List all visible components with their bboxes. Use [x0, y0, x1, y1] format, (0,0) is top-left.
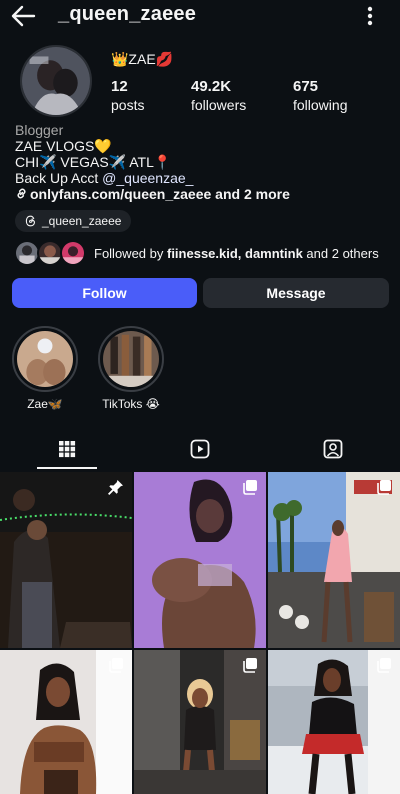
- grid-post[interactable]: [268, 472, 400, 648]
- grid-icon: [59, 441, 76, 458]
- stat-following-value: 675: [293, 78, 319, 95]
- grid-post[interactable]: [0, 650, 132, 794]
- stat-posts-value: 12: [111, 78, 128, 95]
- highlight-ring: [98, 326, 164, 392]
- back-arrow-icon[interactable]: [10, 4, 36, 28]
- grid-post[interactable]: [268, 650, 400, 794]
- bio-line-3-text: Back Up Acct: [15, 170, 103, 186]
- grid-post[interactable]: [0, 472, 132, 648]
- highlight-label: Zae🦋: [27, 397, 63, 411]
- profile-display-name: 👑ZAE💋: [111, 51, 174, 67]
- bio-line-1: ZAE VLOGS💛: [15, 138, 112, 154]
- followed-by-names: fiinesse.kid, damntink: [166, 245, 303, 261]
- grid-post[interactable]: [134, 472, 266, 648]
- highlight-ring: [12, 326, 78, 392]
- multi-photo-icon: [377, 658, 391, 673]
- followed-by-prefix: Followed by: [94, 245, 167, 261]
- pin-icon: [108, 480, 123, 495]
- stat-followers-value: 49.2K: [191, 78, 232, 95]
- post-thumbnail: [134, 472, 266, 648]
- stat-followers-label: followers: [191, 97, 247, 113]
- mutual-avatar: [60, 240, 86, 266]
- profile-bio: Blogger ZAE VLOGS💛 CHI✈️ VEGAS✈️ ATL📍 Ba…: [15, 122, 385, 202]
- bio-category: Blogger: [15, 122, 64, 138]
- stat-following[interactable]: 675 following: [293, 78, 347, 113]
- tagged-icon: [323, 439, 343, 459]
- more-options-icon[interactable]: [360, 5, 380, 27]
- follow-button[interactable]: Follow: [12, 278, 197, 308]
- multi-photo-icon: [243, 480, 257, 495]
- bio-link-text: onlyfans.com/queen_zaeee and 2 more: [30, 186, 290, 202]
- top-bar: _queen_zaeee: [0, 0, 400, 34]
- post-thumbnail: [0, 472, 132, 648]
- stat-posts[interactable]: 12 posts: [111, 78, 144, 113]
- bio-mention-link[interactable]: @_queenzae_: [102, 170, 193, 186]
- threads-badge[interactable]: _queen_zaeee: [15, 210, 132, 232]
- tab-tagged[interactable]: [303, 430, 363, 468]
- multi-photo-icon: [243, 658, 257, 673]
- bio-external-link[interactable]: onlyfans.com/queen_zaeee and 2 more: [15, 186, 385, 202]
- story-highlight[interactable]: Zae🦋: [11, 326, 79, 411]
- stat-posts-label: posts: [111, 97, 145, 113]
- threads-icon: [25, 215, 35, 227]
- threads-label: _queen_zaeee: [42, 214, 122, 228]
- link-icon: [17, 188, 26, 199]
- mutual-followers[interactable]: Followed by fiinesse.kid, damntink and 2…: [14, 238, 394, 268]
- stat-followers[interactable]: 49.2K followers: [191, 78, 246, 113]
- tab-reels[interactable]: [170, 430, 230, 468]
- story-highlight[interactable]: TikToks 😭: [97, 326, 165, 411]
- multi-photo-icon: [109, 658, 123, 673]
- followed-by-suffix: and 2 others: [302, 245, 379, 261]
- mutual-avatars: [14, 240, 86, 266]
- bio-line-2: CHI✈️ VEGAS✈️ ATL📍: [15, 154, 172, 170]
- tab-posts-grid[interactable]: [37, 430, 97, 468]
- post-thumbnail: [268, 472, 400, 648]
- profile-avatar[interactable]: [20, 45, 92, 117]
- profile-tabs: [0, 430, 400, 470]
- posts-grid: [0, 472, 400, 794]
- highlight-label: TikToks 😭: [102, 397, 160, 411]
- bio-line-3: Back Up Acct @_queenzae_: [15, 170, 385, 186]
- grid-post[interactable]: [134, 650, 266, 794]
- multi-photo-icon: [377, 480, 391, 495]
- highlight-cover-image: [103, 331, 159, 387]
- reels-icon: [190, 439, 210, 459]
- profile-username: _queen_zaeee: [58, 3, 197, 25]
- message-button[interactable]: Message: [203, 278, 389, 308]
- active-tab-indicator: [37, 467, 97, 469]
- followed-by-text: Followed by fiinesse.kid, damntink and 2…: [94, 246, 379, 261]
- stat-following-label: following: [293, 97, 348, 113]
- highlight-cover-image: [17, 331, 73, 387]
